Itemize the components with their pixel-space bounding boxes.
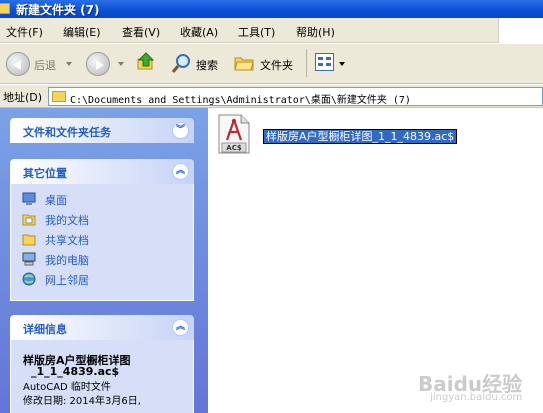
place-link-my-computer[interactable]: 我的电脑 — [45, 252, 89, 268]
details-panel-header[interactable]: 详细信息 ︽ — [10, 315, 194, 340]
collapse-chevron-icon[interactable]: ︽ — [172, 163, 189, 180]
address-input[interactable]: C:\Documents and Settings\Administrator\… — [48, 87, 543, 106]
folders-button-label[interactable]: 文件夹 — [260, 57, 293, 73]
folders-icon[interactable] — [234, 54, 254, 71]
menu-help[interactable]: 帮助(H) — [296, 24, 335, 40]
menu-tools[interactable]: 工具(T) — [238, 24, 275, 40]
baidu-watermark-url: jingyan.baidu.com — [430, 392, 523, 403]
views-icon[interactable] — [315, 53, 334, 71]
details-panel-body: 样版房A户型橱柜详图 _1_1_4839.ac$ AutoCAD 临时文件 修改… — [10, 340, 194, 413]
task-pane: 文件和文件夹任务 ︾ 其它位置 ︽ 桌面 我的文档 共享文档 我的电脑 网上邻居… — [0, 108, 208, 413]
autocad-file-icon[interactable]: AC$ — [218, 114, 250, 154]
detail-file-name-cont: _1_1_4839.ac$ — [31, 365, 120, 378]
desktop-icon — [22, 192, 36, 205]
places-panel-header[interactable]: 其它位置 ︽ — [10, 159, 194, 184]
place-link-network[interactable]: 网上邻居 — [45, 272, 89, 288]
address-label: 地址(D) — [3, 91, 43, 104]
menu-bar: 文件(F) 编辑(E) 查看(V) 收藏(A) 工具(T) 帮助(H) — [0, 18, 543, 43]
folder-icon — [0, 3, 10, 14]
windows-flag-icon — [498, 18, 543, 43]
search-button-label[interactable]: 搜索 — [196, 57, 218, 73]
forward-arrow-icon[interactable] — [86, 52, 110, 76]
expand-chevron-icon[interactable]: ︾ — [172, 122, 189, 139]
back-arrow-icon[interactable] — [6, 52, 30, 76]
menu-view[interactable]: 查看(V) — [122, 24, 160, 40]
toolbar-separator — [306, 49, 307, 77]
place-link-shared-documents[interactable]: 共享文档 — [45, 232, 89, 248]
my-documents-icon — [22, 214, 36, 226]
address-bar: 地址(D) C:\Documents and Settings\Administ… — [0, 85, 543, 108]
detail-file-type: AutoCAD 临时文件 — [23, 382, 111, 393]
places-panel-title: 其它位置 — [23, 167, 67, 180]
place-link-my-documents[interactable]: 我的文档 — [45, 212, 89, 228]
title-bar[interactable]: 新建文件夹 (7) — [0, 0, 543, 18]
my-computer-icon — [22, 252, 36, 266]
collapse-chevron-icon[interactable]: ︽ — [172, 319, 189, 336]
network-icon — [22, 272, 36, 286]
folder-icon — [52, 91, 66, 102]
up-folder-icon[interactable] — [136, 51, 156, 71]
back-button-label[interactable]: 后退 — [34, 57, 56, 73]
forward-dropdown-icon[interactable] — [118, 62, 124, 66]
tasks-panel-title: 文件和文件夹任务 — [23, 126, 111, 139]
places-panel-body: 桌面 我的文档 共享文档 我的电脑 网上邻居 — [10, 184, 194, 301]
address-path: C:\Documents and Settings\Administrator\… — [70, 95, 411, 106]
details-panel-title: 详细信息 — [23, 323, 67, 336]
views-dropdown-icon[interactable] — [339, 62, 345, 66]
search-icon[interactable] — [172, 53, 192, 73]
back-dropdown-icon[interactable] — [66, 62, 72, 66]
menu-favorites[interactable]: 收藏(A) — [180, 24, 218, 40]
place-link-desktop[interactable]: 桌面 — [45, 192, 67, 208]
window-title: 新建文件夹 (7) — [16, 3, 100, 17]
menu-file[interactable]: 文件(F) — [6, 24, 43, 40]
tasks-panel-header[interactable]: 文件和文件夹任务 ︾ — [10, 118, 194, 143]
menu-edit[interactable]: 编辑(E) — [63, 24, 101, 40]
shared-folder-icon — [22, 234, 36, 246]
file-icon-label: AC$ — [226, 144, 242, 152]
detail-modified: 修改日期: 2014年3月6日, — [23, 396, 141, 407]
file-rename-input[interactable]: 样版房A户型橱柜详图_1_1_4839.ac$ — [263, 129, 458, 144]
